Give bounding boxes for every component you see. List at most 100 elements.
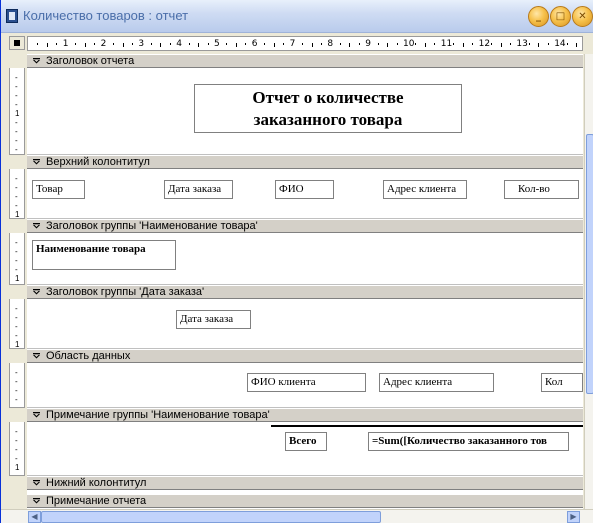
horizontal-ruler[interactable]: 1 2 3 4 5 6 7 8 9 10 11 12 13 14	[27, 36, 583, 51]
band-report-footer[interactable]: Примечание отчета	[27, 494, 583, 508]
vruler-mark: -	[15, 73, 18, 82]
vruler-mark: -	[15, 247, 18, 256]
client-address-field[interactable]: Адрес клиента	[379, 373, 494, 392]
ruler-tick-label: 10	[403, 39, 415, 49]
ruler-minor-tick	[283, 43, 285, 45]
ruler-minor-tick	[500, 43, 502, 47]
band-selector-icon	[33, 480, 40, 486]
vruler-mark: -	[15, 304, 18, 313]
report-design-window: Количество товаров : отчет _ □ ✕ 1234567…	[0, 0, 593, 523]
column-label-order-date[interactable]: Дата заказа	[164, 180, 233, 199]
vruler-group-header-date[interactable]: ----1	[9, 299, 25, 349]
ruler-minor-tick	[150, 43, 152, 45]
ruler-tick-label: 14	[554, 39, 566, 49]
section-page-header[interactable]: Товар Дата заказа ФИО Адрес клиента Кол-…	[27, 169, 583, 219]
ruler-minor-tick	[302, 43, 304, 45]
vruler-mark: -	[15, 395, 18, 404]
vruler-mark: -	[15, 145, 18, 154]
maximize-button[interactable]: □	[550, 6, 571, 27]
total-label[interactable]: Всего	[285, 432, 327, 451]
vruler-page-header[interactable]: ----1	[9, 169, 25, 219]
vertical-scrollbar[interactable]	[584, 54, 593, 509]
vruler-mark: -	[15, 201, 18, 210]
band-label: Заголовок отчета	[46, 55, 135, 67]
band-selector-icon	[33, 58, 40, 64]
section-report-header[interactable]: Отчет о количестве заказанного товара	[27, 68, 583, 155]
band-label: Примечание группы 'Наименование товара'	[46, 409, 270, 421]
column-label-fio[interactable]: ФИО	[275, 180, 334, 199]
vruler-mark: -	[15, 436, 18, 445]
product-name-field[interactable]: Наименование товара	[32, 240, 176, 270]
ruler-select-report-button[interactable]	[9, 36, 25, 50]
vruler-detail[interactable]: ----	[9, 363, 25, 408]
band-group-header-product[interactable]: Заголовок группы 'Наименование товара'	[27, 219, 583, 233]
band-detail[interactable]: Область данных	[27, 349, 583, 363]
band-group-header-date[interactable]: Заголовок группы 'Дата заказа'	[27, 285, 583, 299]
vruler-mark: -	[15, 127, 18, 136]
vruler-group-header-product[interactable]: ----1	[9, 233, 25, 285]
scroll-left-arrow-icon[interactable]: ◀	[28, 511, 41, 523]
ruler-minor-tick	[264, 43, 266, 45]
report-title-line1: Отчет о количестве	[252, 88, 404, 107]
ruler-minor-tick	[273, 43, 275, 47]
band-label: Примечание отчета	[46, 495, 147, 507]
band-selector-icon	[33, 159, 40, 165]
column-label-product[interactable]: Товар	[32, 180, 85, 199]
ruler-minor-tick	[566, 43, 568, 45]
horizontal-scrollbar[interactable]: ◀ ▶	[1, 509, 593, 523]
quantity-field[interactable]: Кол	[541, 373, 583, 392]
horizontal-scroll-thumb[interactable]	[41, 511, 381, 523]
total-separator-line[interactable]	[271, 425, 583, 427]
vruler-mark: -	[15, 82, 18, 91]
order-date-field[interactable]: Дата заказа	[176, 310, 251, 329]
ruler-minor-tick	[169, 43, 171, 45]
band-report-header[interactable]: Заголовок отчета	[27, 54, 583, 68]
title-bar[interactable]: Количество товаров : отчет _ □ ✕	[1, 0, 593, 33]
section-detail[interactable]: ФИО клиента Адрес клиента Кол	[27, 363, 583, 408]
section-group-footer-product[interactable]: Всего =Sum([Количество заказанного тов	[27, 422, 583, 476]
band-group-footer-product[interactable]: Примечание группы 'Наименование товара'	[27, 408, 583, 422]
band-label: Верхний колонтитул	[46, 156, 150, 168]
ruler-minor-tick	[235, 43, 237, 47]
vertical-ruler: ----1---- ----1 ----1 ----1 ---- ----1	[9, 54, 25, 509]
band-label: Нижний колонтитул	[46, 477, 147, 489]
vruler-mark: -	[15, 454, 18, 463]
ruler-minor-tick	[75, 43, 77, 45]
close-button[interactable]: ✕	[572, 6, 593, 27]
report-title[interactable]: Отчет о количестве заказанного товара	[194, 84, 462, 133]
band-page-header[interactable]: Верхний колонтитул	[27, 155, 583, 169]
ruler-minor-tick	[160, 43, 162, 47]
column-label-client-address[interactable]: Адрес клиента	[383, 180, 467, 199]
ruler-minor-tick	[434, 43, 436, 45]
ruler-minor-tick	[56, 43, 58, 45]
minimize-button[interactable]: _	[528, 6, 549, 27]
vruler-mark: -	[15, 322, 18, 331]
design-surface: Заголовок отчета Отчет о количестве зака…	[27, 54, 583, 509]
ruler-minor-tick	[188, 43, 190, 45]
section-group-header-date[interactable]: Дата заказа	[27, 299, 583, 349]
vruler-mark: -	[15, 100, 18, 109]
band-selector-icon	[33, 498, 40, 504]
band-page-footer[interactable]: Нижний колонтитул	[27, 476, 583, 490]
ruler-minor-tick	[122, 43, 124, 47]
client-fio-field[interactable]: ФИО клиента	[247, 373, 366, 392]
total-sum-field[interactable]: =Sum([Количество заказанного тов	[368, 432, 569, 451]
ruler-minor-tick	[339, 43, 341, 45]
ruler-tick-label: 2	[100, 39, 107, 49]
vertical-scroll-thumb[interactable]	[586, 134, 593, 394]
scroll-right-arrow-icon[interactable]: ▶	[567, 511, 580, 523]
vruler-mark: -	[15, 192, 18, 201]
vruler-mark: -	[15, 368, 18, 377]
vruler-mark: -	[15, 265, 18, 274]
section-group-header-product[interactable]: Наименование товара	[27, 233, 583, 285]
ruler-minor-tick	[349, 43, 351, 47]
vruler-report-header[interactable]: ----1----	[9, 68, 25, 155]
column-label-quantity[interactable]: Кол-во	[504, 180, 579, 199]
vruler-group-footer[interactable]: ----1	[9, 422, 25, 476]
ruler-tick-label: 3	[138, 39, 145, 49]
ruler-minor-tick	[424, 43, 426, 47]
band-selector-icon	[33, 353, 40, 359]
ruler-minor-tick	[113, 43, 115, 45]
vruler-mark: 1	[15, 210, 20, 219]
window-title: Количество товаров : отчет	[23, 8, 189, 23]
